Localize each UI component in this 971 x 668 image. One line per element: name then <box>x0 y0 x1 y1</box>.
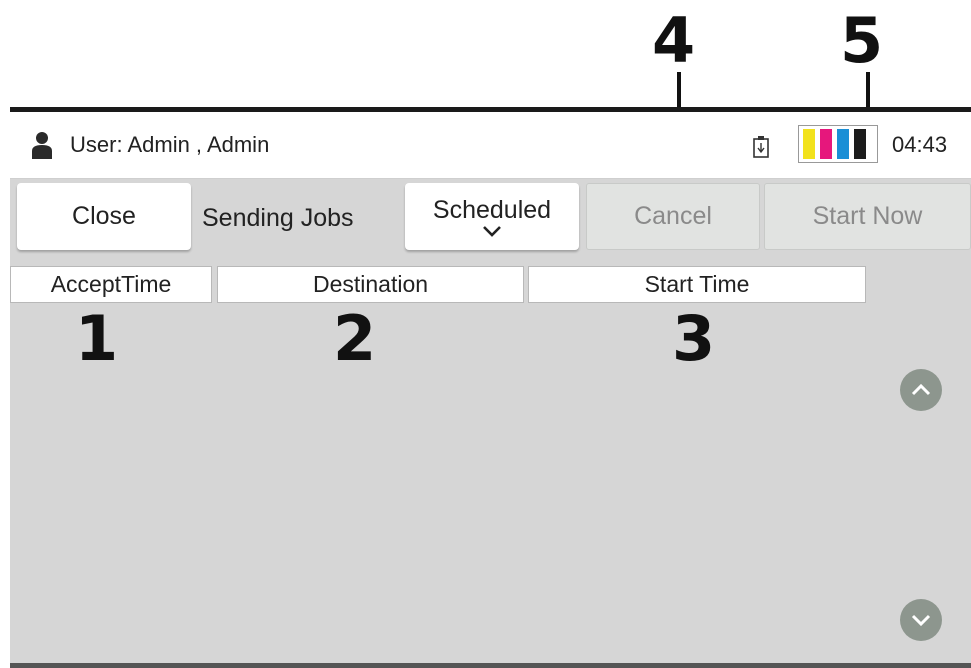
cancel-button[interactable]: Cancel <box>586 183 760 250</box>
bottom-edge <box>10 663 971 668</box>
user-label: User: Admin , Admin <box>70 132 270 157</box>
scroll-up-button[interactable] <box>900 369 942 411</box>
start-now-button[interactable]: Start Now <box>764 183 971 250</box>
toner-black <box>854 129 866 159</box>
column-header-start-time[interactable]: Start Time <box>528 266 866 303</box>
close-button[interactable]: Close <box>17 183 191 250</box>
scheduled-dropdown-label: Scheduled <box>432 195 552 224</box>
callout-4: 4 <box>652 4 696 77</box>
toner-indicator <box>798 125 878 163</box>
scroll-down-button[interactable] <box>900 599 942 641</box>
clock: 04:43 <box>892 132 948 157</box>
job-list <box>10 305 871 660</box>
tab-sending-jobs: Sending Jobs <box>202 204 354 232</box>
toner-yellow <box>803 129 815 159</box>
toner-cyan <box>837 129 849 159</box>
callout-3: 3 <box>672 302 716 375</box>
storage-icon <box>753 136 769 158</box>
status-bar: User: Admin , Admin 04:43 <box>10 112 971 179</box>
device-panel: User: Admin , Admin 04:43 Close Sending … <box>10 107 971 668</box>
column-header-destination[interactable]: Destination <box>217 266 524 303</box>
callout-2: 2 <box>333 302 377 375</box>
scroll-down-icon <box>911 614 931 627</box>
column-header-accept-time[interactable]: AcceptTime <box>10 266 212 303</box>
chevron-down-icon <box>483 225 501 237</box>
toner-magenta <box>820 129 832 159</box>
user-icon <box>32 132 52 159</box>
callout-1: 1 <box>75 302 119 375</box>
scheduled-dropdown[interactable]: Scheduled <box>405 183 579 250</box>
callout-5: 5 <box>840 4 884 77</box>
scroll-up-icon <box>911 383 931 396</box>
